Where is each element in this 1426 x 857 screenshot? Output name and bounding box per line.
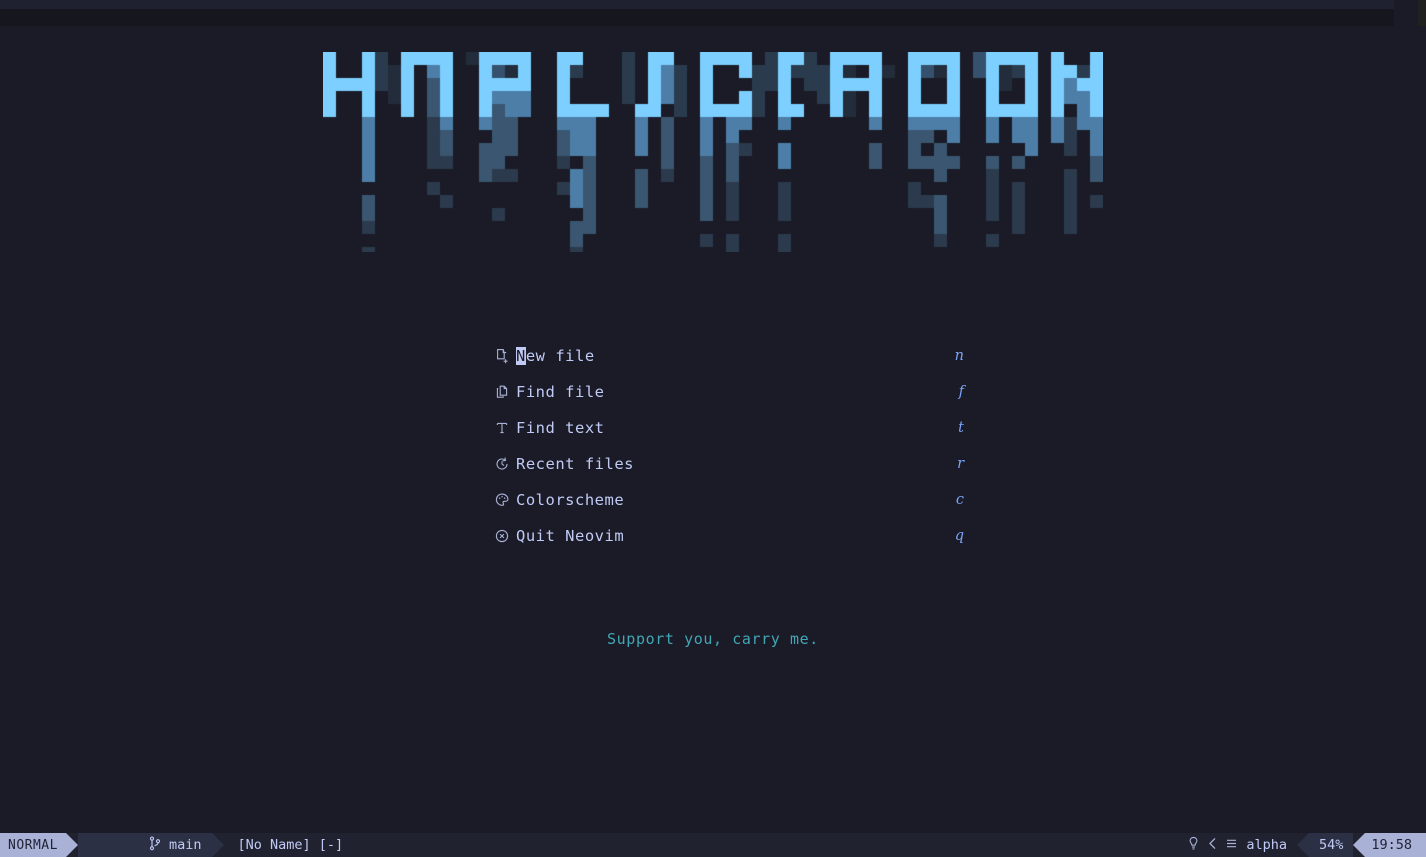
menu-item-quit-neovim[interactable]: Quit Neovim q bbox=[488, 518, 964, 554]
tabline-fill bbox=[0, 0, 1394, 9]
cursor-block: N bbox=[516, 347, 526, 365]
tabline-right-accent bbox=[1418, 0, 1426, 26]
menu-item-label: Find text bbox=[516, 419, 605, 437]
find-file-icon bbox=[488, 384, 516, 400]
statusline: NORMAL main [No Name] [-] alpha 54% 19:5… bbox=[0, 833, 1426, 857]
new-file-icon bbox=[488, 348, 516, 364]
menu-item-shortcut: r bbox=[957, 456, 964, 472]
statusline-filename: [No Name] [-] bbox=[237, 837, 344, 853]
statusline-branch-separator bbox=[211, 833, 224, 857]
menu-item-shortcut: c bbox=[955, 492, 964, 508]
git-branch-icon bbox=[84, 820, 161, 857]
chevron-left-icon[interactable] bbox=[1207, 836, 1218, 855]
find-text-icon bbox=[488, 420, 516, 436]
menu-item-shortcut: q bbox=[954, 528, 964, 544]
statusline-branch[interactable]: main bbox=[77, 833, 212, 857]
statusline-filetype: alpha bbox=[1246, 837, 1287, 853]
lightbulb-icon[interactable] bbox=[1187, 836, 1200, 855]
implication-ascii-art bbox=[323, 52, 1103, 252]
statusline-time-separator bbox=[1353, 833, 1366, 857]
menu-item-find-text[interactable]: Find text t bbox=[488, 410, 964, 446]
menu-item-label: Quit Neovim bbox=[516, 527, 625, 545]
menu-item-recent-files[interactable]: Recent files r bbox=[488, 446, 964, 482]
neovim-window: New file n Find file f Find text t Recen… bbox=[0, 0, 1426, 857]
dashboard-footer-quote: Support you, carry me. bbox=[607, 630, 819, 648]
statusline-mode-separator bbox=[65, 833, 78, 857]
menu-item-label: Recent files bbox=[516, 455, 634, 473]
statusline-spacer bbox=[357, 833, 1181, 857]
menu-item-label: New file bbox=[516, 347, 595, 365]
statusline-icon-group bbox=[1181, 836, 1244, 855]
menu-item-shortcut: f bbox=[958, 384, 964, 400]
dashboard-header-logo bbox=[0, 52, 1426, 267]
statusline-scroll-percent: 54% bbox=[1308, 833, 1354, 857]
statusline-percent-separator bbox=[1296, 833, 1309, 857]
list-icon[interactable] bbox=[1225, 836, 1238, 855]
menu-item-shortcut: n bbox=[954, 348, 964, 364]
colorscheme-icon bbox=[488, 492, 516, 508]
quit-icon bbox=[488, 528, 516, 544]
statusline-branch-name: main bbox=[169, 837, 202, 853]
menu-item-colorscheme[interactable]: Colorscheme c bbox=[488, 482, 964, 518]
tabline bbox=[0, 0, 1426, 26]
menu-item-label: Colorscheme bbox=[516, 491, 625, 509]
menu-item-label: Find file bbox=[516, 383, 605, 401]
menu-item-shortcut: t bbox=[958, 420, 964, 436]
statusline-mode: NORMAL bbox=[0, 833, 66, 857]
statusline-clock: 19:58 bbox=[1365, 833, 1426, 857]
menu-item-find-file[interactable]: Find file f bbox=[488, 374, 964, 410]
menu-item-new-file[interactable]: New file n bbox=[488, 338, 964, 374]
statusline-right: alpha 54% 19:58 bbox=[1181, 833, 1426, 857]
recent-files-icon bbox=[488, 456, 516, 472]
dashboard-menu: New file n Find file f Find text t Recen… bbox=[0, 338, 1426, 554]
